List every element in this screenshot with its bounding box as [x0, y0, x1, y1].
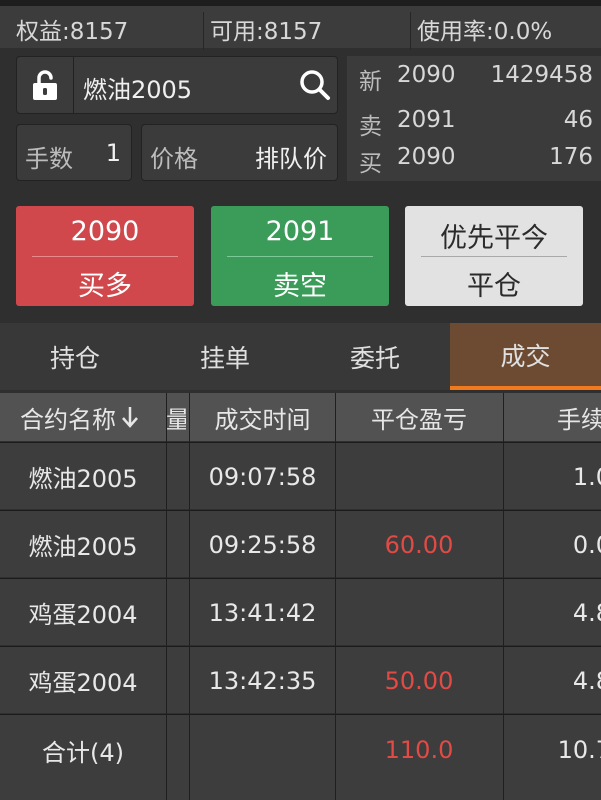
search-icon[interactable] — [299, 69, 331, 101]
column-header-fee[interactable]: 手续 — [503, 393, 601, 441]
bid-volume: 176 — [549, 144, 593, 170]
column-header-trade-time[interactable]: 成交时间 — [190, 393, 335, 441]
arrow-down-icon — [122, 407, 138, 428]
divider — [421, 256, 567, 257]
column-divider — [166, 393, 167, 800]
cell-close-pnl — [335, 579, 503, 646]
close-mode-label: 优先平今 — [440, 223, 548, 254]
divider — [32, 256, 178, 257]
bid-row: 买 2090 176 — [347, 144, 601, 180]
table-total-row: 合计(4) 110.0 10.7 — [0, 714, 601, 800]
lots-label: 手数 — [25, 145, 73, 173]
cell-contract: 鸡蛋2004 — [28, 601, 138, 629]
cell-trade-time: 09:25:58 — [208, 530, 317, 559]
last-price: 2090 — [397, 62, 456, 88]
quote-panel: 新 2090 1429458 卖 2091 46 买 2090 176 — [347, 56, 601, 181]
available-text: 可用:8157 — [210, 19, 323, 45]
equity-text: 权益:8157 — [16, 19, 129, 45]
cell-contract: 燃油2005 — [28, 465, 138, 493]
table-row[interactable]: 鸡蛋2004 13:42:35 50.00 4.8 — [0, 646, 601, 713]
price-field[interactable]: 价格 排队价 — [141, 124, 338, 181]
cell-fee: 4.8 — [572, 666, 601, 695]
cell-fee: 4.8 — [572, 598, 601, 627]
cell-close-pnl: 60.00 — [384, 530, 454, 559]
table-header: 合约名称 量 成交时间 平仓盈亏 手续 — [0, 393, 601, 441]
column-header-volume-label: 量 — [166, 405, 186, 434]
ask-row: 卖 2091 46 — [347, 107, 601, 143]
bid-label: 买 — [359, 151, 382, 177]
ask-price: 2091 — [397, 107, 456, 133]
last-price-row: 新 2090 1429458 — [347, 62, 601, 98]
column-divider — [503, 393, 504, 800]
usage-rate-text: 使用率:0.0% — [417, 19, 553, 45]
cell-close-pnl: 50.00 — [384, 666, 454, 695]
last-label: 新 — [359, 69, 382, 95]
cell-trade-time: 13:41:42 — [208, 598, 317, 627]
buy-long-button[interactable]: 2090 买多 — [16, 206, 194, 306]
tab-positions[interactable]: 持仓 — [0, 323, 150, 390]
divider — [227, 256, 373, 257]
table-row[interactable]: 燃油2005 09:07:58 1.0 — [0, 442, 601, 509]
cell-fee: 1.0 — [572, 462, 601, 491]
last-volume: 1429458 — [490, 62, 593, 88]
close-position-button[interactable]: 优先平今 平仓 — [405, 206, 583, 306]
column-header-volume[interactable]: 量 — [166, 393, 186, 441]
tab-pending-orders[interactable]: 挂单 — [150, 323, 300, 390]
account-summary-bar: 权益:8157 可用:8157 使用率:0.0% — [0, 0, 601, 50]
cell-total-pnl: 110.0 — [384, 736, 454, 764]
column-header-close-pnl-label: 平仓盈亏 — [371, 405, 467, 434]
cell-fee: 0.0 — [572, 530, 601, 559]
lots-value[interactable]: 1 — [106, 139, 121, 167]
cell-trade-time: 09:07:58 — [208, 462, 317, 491]
price-label: 价格 — [150, 145, 198, 173]
cell-contract: 燃油2005 — [28, 533, 138, 561]
close-label: 平仓 — [467, 271, 521, 302]
contract-selector[interactable]: 燃油2005 — [16, 56, 338, 114]
column-header-trade-time-label: 成交时间 — [214, 405, 311, 434]
tab-orders[interactable]: 委托 — [300, 323, 450, 390]
table-row[interactable]: 燃油2005 09:25:58 60.00 0.0 — [0, 510, 601, 577]
ask-label: 卖 — [359, 114, 382, 140]
sell-label: 卖空 — [273, 271, 327, 302]
cell-trade-time: 13:42:35 — [208, 666, 317, 695]
ask-volume: 46 — [563, 107, 593, 133]
column-divider — [335, 393, 336, 800]
cell-total-fee: 10.7 — [557, 736, 601, 764]
cell-close-pnl — [335, 443, 503, 510]
tab-trades[interactable]: 成交 — [450, 323, 601, 390]
lots-field[interactable]: 手数 1 — [16, 124, 132, 181]
divider — [410, 12, 411, 50]
sell-short-button[interactable]: 2091 卖空 — [211, 206, 389, 306]
table-row[interactable]: 鸡蛋2004 13:41:42 4.8 — [0, 578, 601, 645]
column-header-contract-label: 合约名称 — [20, 405, 116, 434]
buy-label: 买多 — [78, 271, 132, 302]
tab-bar: 持仓 挂单 委托 成交 — [0, 323, 601, 390]
cell-contract: 鸡蛋2004 — [28, 669, 138, 697]
bid-price: 2090 — [397, 144, 456, 170]
buy-price: 2090 — [70, 216, 140, 247]
column-header-contract[interactable]: 合约名称 — [20, 393, 140, 441]
unlock-icon — [33, 70, 57, 100]
price-type-value[interactable]: 排队价 — [255, 139, 327, 174]
column-divider — [189, 393, 190, 800]
lock-toggle-button[interactable] — [17, 57, 74, 113]
divider — [203, 12, 204, 50]
cell-total-label: 合计(4) — [42, 738, 124, 767]
column-header-fee-label: 手续 — [557, 405, 601, 434]
sell-price: 2091 — [265, 216, 335, 247]
column-header-close-pnl[interactable]: 平仓盈亏 — [335, 393, 503, 441]
contract-name[interactable]: 燃油2005 — [83, 70, 192, 105]
